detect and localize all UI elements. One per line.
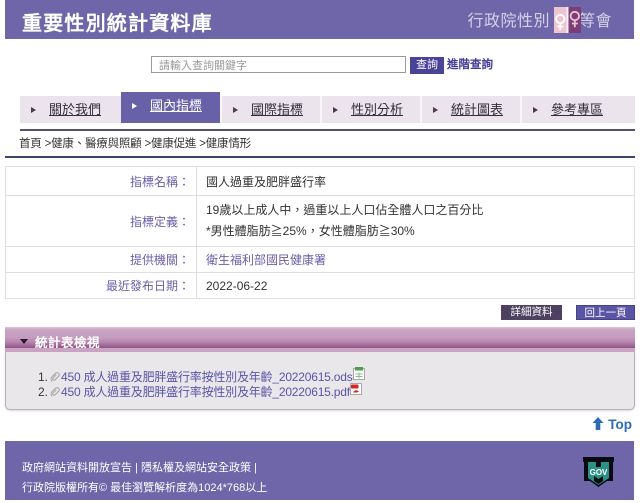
svg-text:GOV: GOV <box>590 468 608 477</box>
